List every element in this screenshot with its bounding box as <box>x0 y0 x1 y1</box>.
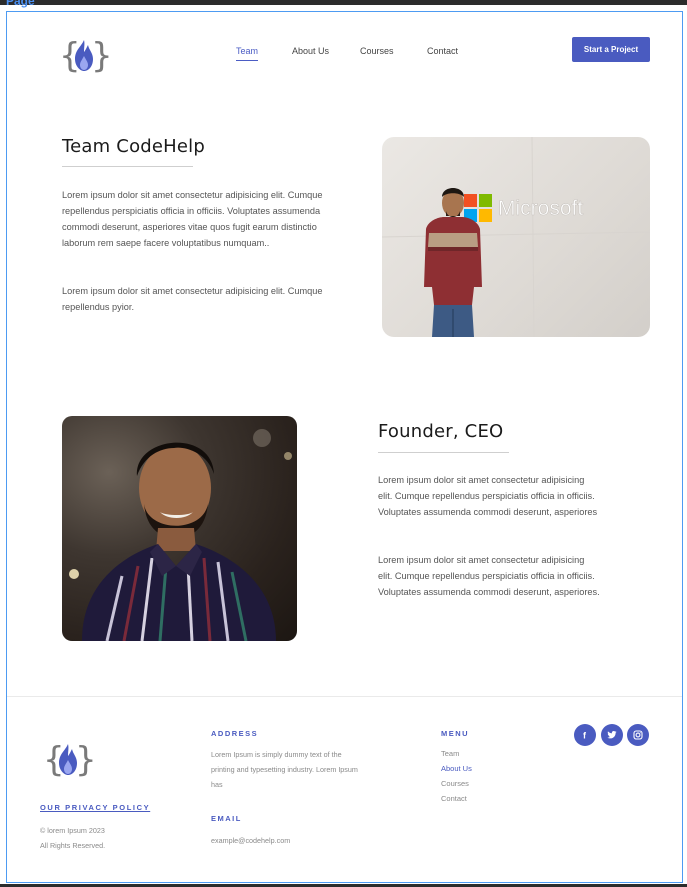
team-title-divider <box>62 166 193 167</box>
nav-courses[interactable]: Courses <box>360 46 394 56</box>
nav-contact[interactable]: Contact <box>427 46 458 56</box>
privacy-policy-link[interactable]: OUR PRIVACY POLICY <box>40 803 150 812</box>
svg-text:}: } <box>75 740 93 780</box>
window-top-bar <box>0 0 687 5</box>
frame-label: Page <box>6 0 35 8</box>
start-project-button[interactable]: Start a Project <box>572 37 650 62</box>
nav-about-us[interactable]: About Us <box>292 46 329 56</box>
footer-logo[interactable]: { } <box>43 738 97 782</box>
footer-menu-team[interactable]: Team <box>441 749 459 758</box>
microsoft-logo-icon <box>464 194 492 222</box>
email-value[interactable]: example@codehelp.com <box>211 833 290 848</box>
founder-photo <box>62 416 297 641</box>
footer-menu-about-us[interactable]: About Us <box>441 764 472 773</box>
svg-text:Microsoft: Microsoft <box>498 197 583 220</box>
rights-text: All Rights Reserved. <box>40 841 106 850</box>
team-paragraph-2: Lorem ipsum dolor sit amet consectetur a… <box>62 286 323 312</box>
team-paragraph-1: Lorem ipsum dolor sit amet consectetur a… <box>62 190 323 248</box>
menu-heading: MENU <box>441 729 470 738</box>
founder-paragraph-2: Lorem ipsum dolor sit amet consectetur a… <box>378 555 600 597</box>
email-heading: EMAIL <box>211 814 242 823</box>
founder-title-divider <box>378 452 509 453</box>
svg-text:f: f <box>583 731 587 741</box>
instagram-icon[interactable] <box>627 724 649 746</box>
footer-menu-contact[interactable]: Contact <box>441 794 467 803</box>
codehelp-logo[interactable]: { } <box>59 34 113 78</box>
footer-menu-courses[interactable]: Courses <box>441 779 469 788</box>
facebook-icon[interactable]: f <box>574 724 596 746</box>
twitter-icon[interactable] <box>601 724 623 746</box>
svg-text:}: } <box>91 36 109 76</box>
founder-title: Founder, CEO <box>378 421 504 442</box>
address-heading: ADDRESS <box>211 729 259 738</box>
copyright-text: © lorem Ipsum 2023 <box>40 826 105 835</box>
page-frame: { } Team About Us Courses Contact Start … <box>6 11 683 883</box>
founder-paragraph-1: Lorem ipsum dolor sit amet consectetur a… <box>378 475 598 517</box>
footer-divider <box>7 696 682 697</box>
team-photo: Microsoft <box>382 137 650 337</box>
team-title: Team CodeHelp <box>62 136 206 157</box>
nav-team[interactable]: Team <box>236 46 259 61</box>
address-text: Lorem Ipsum is simply dummy text of the … <box>211 750 358 789</box>
